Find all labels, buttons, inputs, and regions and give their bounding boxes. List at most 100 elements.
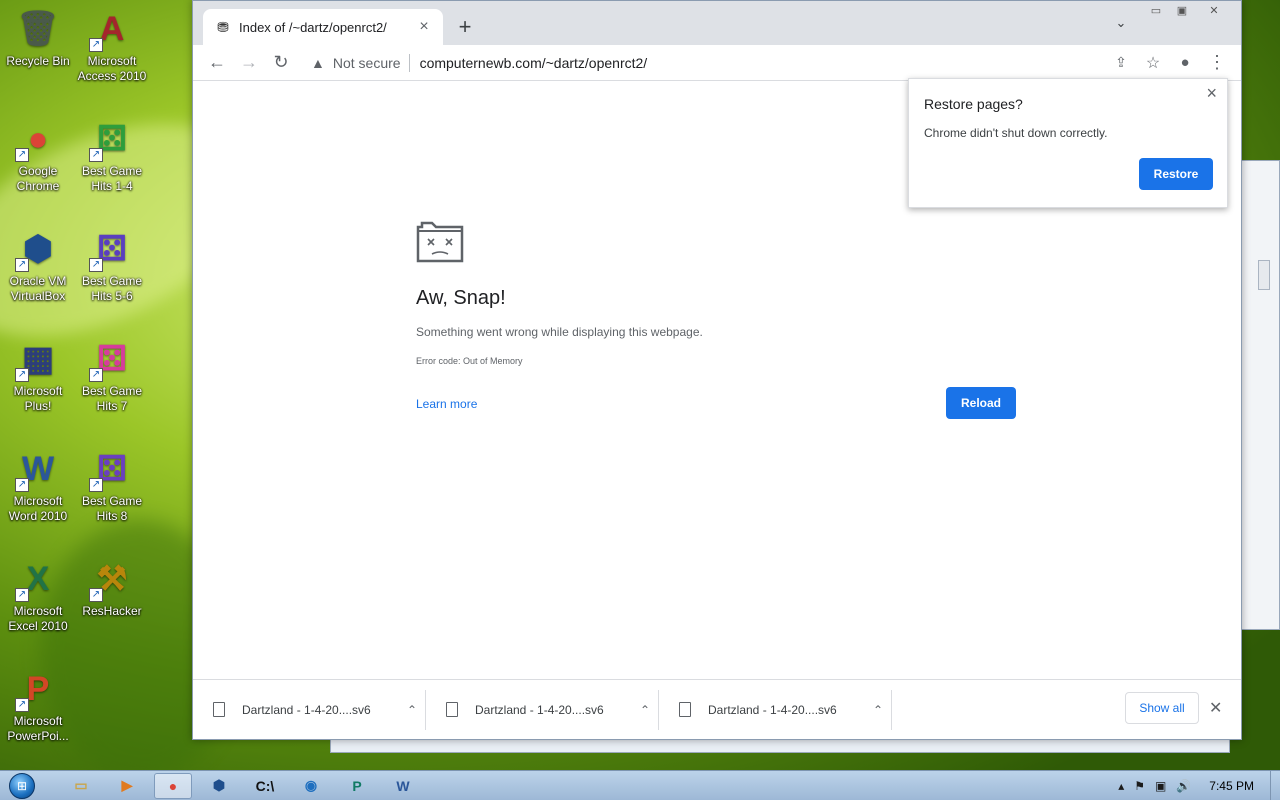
- tab-active[interactable]: ⛃ Index of /~dartz/openrct2/ ×: [203, 9, 443, 45]
- warning-icon[interactable]: ▲: [311, 55, 325, 71]
- taskbar-media-player-icon[interactable]: ▶: [108, 773, 146, 799]
- show-desktop-button[interactable]: [1270, 770, 1280, 800]
- clock[interactable]: 7:45 PM: [1209, 779, 1254, 793]
- shortcut-arrow-icon: ↗: [15, 698, 29, 712]
- desktop-icon[interactable]: ⬢ ↗ Oracle VM VirtualBox: [0, 226, 76, 304]
- download-list: Dartzland - 1-4-20....sv6 ⌃ Dartzland - 1-…: [193, 689, 892, 730]
- page-favicon-icon: ⛃: [217, 19, 229, 35]
- volume-icon[interactable]: 🔊: [1176, 779, 1191, 793]
- url-text[interactable]: computernewb.com/~dartz/openrct2/: [420, 55, 648, 71]
- tab-strip: ⛃ Index of /~dartz/openrct2/ × + ⌄ ▭ ▣ ✕: [193, 1, 1241, 45]
- taskbar-windows-explorer-icon[interactable]: ▭: [62, 773, 100, 799]
- download-bar-close-icon[interactable]: ✕: [1209, 698, 1222, 718]
- desktop-icon[interactable]: A ↗ Microsoft Access 2010: [74, 6, 150, 84]
- desktop-app-icon: 🗑: [15, 6, 61, 52]
- app-glyph-icon: 🗑: [16, 10, 60, 48]
- bookmark-star-icon[interactable]: ☆: [1137, 47, 1169, 79]
- window-close-icon[interactable]: ✕: [1201, 1, 1227, 19]
- new-tab-button[interactable]: +: [451, 13, 479, 41]
- desktop-icon-label: Best Game Hits 7: [81, 384, 143, 413]
- system-tray: ▴ ⚑ ▣ 🔊: [1118, 779, 1201, 793]
- desktop-app-icon: W ↗: [15, 446, 61, 492]
- restore-button[interactable]: Restore: [1139, 158, 1213, 190]
- desktop-icon[interactable]: ⚄ ↗ Best Game Hits 5-6: [74, 226, 150, 304]
- chevron-up-icon[interactable]: ⌃: [399, 703, 425, 717]
- shortcut-arrow-icon: ↗: [15, 148, 29, 162]
- desktop-app-icon: A ↗: [89, 6, 135, 52]
- tab-search-icon[interactable]: ⌄: [1111, 15, 1131, 35]
- shortcut-arrow-icon: ↗: [89, 258, 103, 272]
- desktop-icon[interactable]: ● ↗ Google Chrome: [0, 116, 76, 194]
- restore-close-icon[interactable]: ×: [1206, 83, 1217, 104]
- shortcut-arrow-icon: ↗: [15, 588, 29, 602]
- reload-button[interactable]: Reload: [946, 387, 1016, 419]
- tray-expand-icon[interactable]: ▴: [1118, 779, 1124, 793]
- desktop-icon-label: Recycle Bin: [6, 54, 70, 68]
- taskbar: ⊞ ▭ ▶ ● ⬢ C:\ ◉ P W ▴ ⚑ ▣ 🔊 7:45 PM: [0, 770, 1280, 800]
- desktop-icon[interactable]: ⚄ ↗ Best Game Hits 1-4: [74, 116, 150, 194]
- desktop-icon[interactable]: W ↗ Microsoft Word 2010: [0, 446, 76, 524]
- taskbar-chrome-icon[interactable]: ●: [154, 772, 192, 799]
- app-glyph-icon: X: [26, 559, 50, 598]
- chevron-up-icon[interactable]: ⌃: [865, 703, 891, 717]
- restore-message: Chrome didn't shut down correctly.: [924, 126, 1108, 140]
- download-filename: Dartzland - 1-4-20....sv6: [708, 702, 837, 717]
- desktop-app-icon: ⚄ ↗: [89, 226, 135, 272]
- background-window[interactable]: [1240, 160, 1280, 630]
- desktop-app-icon: ⚄ ↗: [89, 446, 135, 492]
- menu-kebab-icon[interactable]: ⋮: [1201, 47, 1233, 79]
- shortcut-arrow-icon: ↗: [15, 478, 29, 492]
- profile-icon[interactable]: ●: [1169, 47, 1201, 79]
- download-filename: Dartzland - 1-4-20....sv6: [242, 702, 371, 717]
- security-label[interactable]: Not secure: [333, 55, 401, 71]
- learn-more-link[interactable]: Learn more: [416, 397, 477, 411]
- maximize-icon[interactable]: ▣: [1169, 1, 1195, 19]
- desktop-app-icon: ⚄ ↗: [89, 336, 135, 382]
- taskbar-command-prompt-icon[interactable]: C:\: [246, 773, 284, 799]
- desktop-icon-label: ResHacker: [82, 604, 142, 618]
- desktop-icon-label: Microsoft Excel 2010: [8, 604, 68, 633]
- taskbar-globe-icon[interactable]: ◉: [292, 773, 330, 799]
- shortcut-arrow-icon: ↗: [89, 588, 103, 602]
- desktop-icon[interactable]: 🗑 Recycle Bin: [0, 6, 76, 69]
- desktop-app-icon: X ↗: [15, 556, 61, 602]
- desktop-icon[interactable]: P ↗ Microsoft PowerPoi...: [0, 666, 76, 744]
- taskbar-publisher-icon[interactable]: P: [338, 773, 376, 799]
- shortcut-arrow-icon: ↗: [89, 148, 103, 162]
- file-icon: [213, 702, 225, 717]
- desktop-icon[interactable]: X ↗ Microsoft Excel 2010: [0, 556, 76, 634]
- reload-icon[interactable]: ↻: [265, 47, 297, 79]
- download-item[interactable]: Dartzland - 1-4-20....sv6 ⌃: [193, 689, 426, 730]
- shortcut-arrow-icon: ↗: [89, 368, 103, 382]
- desktop-app-icon: ⚒ ↗: [89, 556, 135, 602]
- network-icon[interactable]: ▣: [1155, 779, 1166, 793]
- address-bar[interactable]: ▲ Not secure computernewb.com/~dartz/ope…: [303, 48, 1099, 78]
- download-bar: Dartzland - 1-4-20....sv6 ⌃ Dartzland - 1-…: [193, 679, 1241, 739]
- share-icon[interactable]: ⇪: [1105, 47, 1137, 79]
- start-button[interactable]: ⊞: [0, 771, 44, 800]
- app-glyph-icon: ●: [27, 119, 49, 158]
- tab-close-icon[interactable]: ×: [415, 18, 433, 36]
- restore-title: Restore pages?: [924, 96, 1023, 112]
- action-center-flag-icon[interactable]: ⚑: [1134, 779, 1145, 793]
- shortcut-arrow-icon: ↗: [15, 258, 29, 272]
- background-scrollbar[interactable]: [1258, 260, 1270, 290]
- app-glyph-icon: P: [26, 669, 50, 708]
- minimize-icon[interactable]: ▭: [1143, 1, 1169, 19]
- desktop-icon[interactable]: ⚄ ↗ Best Game Hits 7: [74, 336, 150, 414]
- download-item[interactable]: Dartzland - 1-4-20....sv6 ⌃: [426, 689, 659, 730]
- download-item[interactable]: Dartzland - 1-4-20....sv6 ⌃: [659, 689, 892, 730]
- desktop-icon[interactable]: ⚒ ↗ ResHacker: [74, 556, 150, 619]
- show-all-button[interactable]: Show all: [1125, 692, 1199, 724]
- taskbar-virtualbox-icon[interactable]: ⬢: [200, 773, 238, 799]
- chevron-up-icon[interactable]: ⌃: [632, 703, 658, 717]
- desktop-icon[interactable]: ▦ ↗ Microsoft Plus!: [0, 336, 76, 414]
- app-glyph-icon: A: [99, 9, 125, 48]
- shortcut-arrow-icon: ↗: [89, 38, 103, 52]
- taskbar-word-icon[interactable]: W: [384, 773, 422, 799]
- back-icon[interactable]: ←: [201, 47, 233, 79]
- desktop-icon[interactable]: ⚄ ↗ Best Game Hits 8: [74, 446, 150, 524]
- forward-icon[interactable]: →: [233, 47, 265, 79]
- file-icon: [446, 702, 458, 717]
- restore-pages-dialog: Restore pages? Chrome didn't shut down c…: [908, 78, 1228, 208]
